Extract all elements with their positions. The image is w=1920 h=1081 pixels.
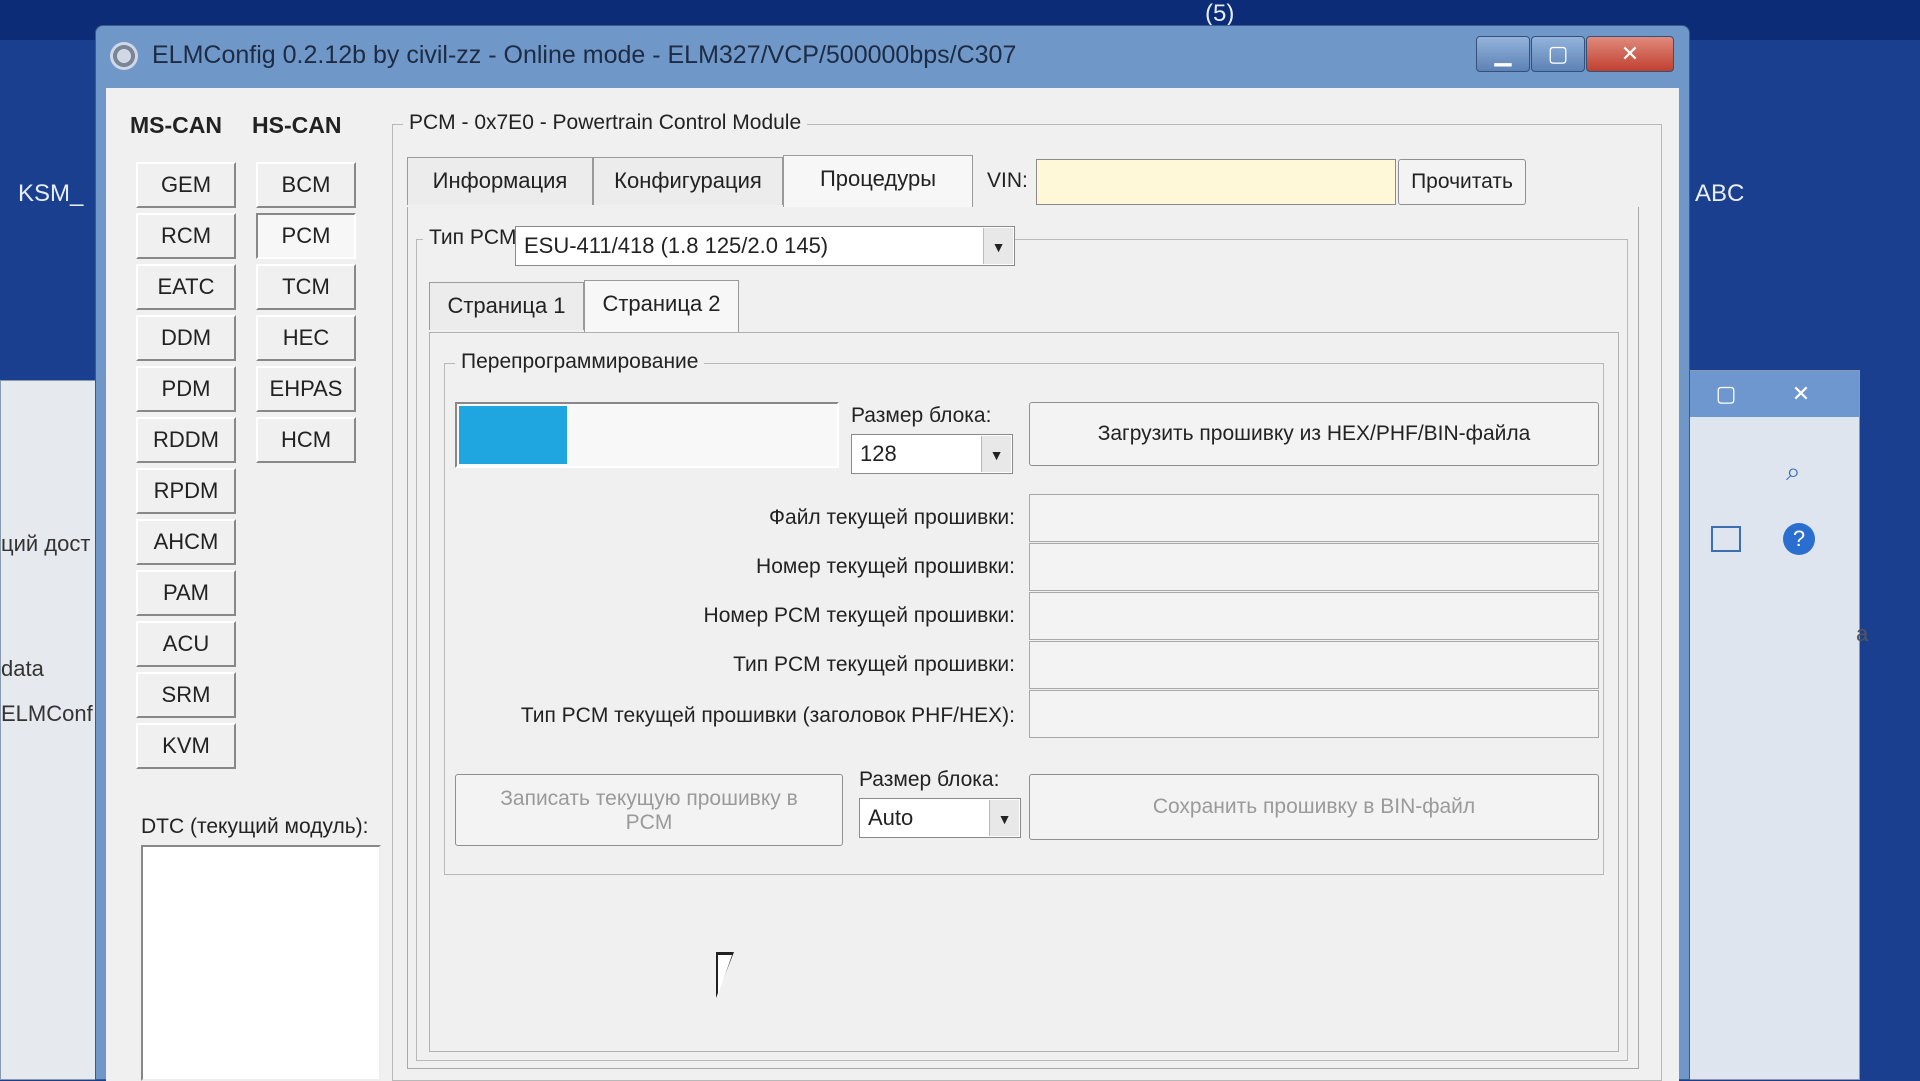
module-button-tcm[interactable]: TCM [256, 264, 356, 310]
tab-procedures[interactable]: Процедуры [783, 155, 973, 207]
module-button-pdm[interactable]: PDM [136, 366, 236, 412]
field-current-number[interactable] [1029, 543, 1599, 591]
module-button-ddm[interactable]: DDM [136, 315, 236, 361]
minimize-button[interactable]: ▁ [1476, 36, 1530, 72]
block-size2-value: Auto [868, 805, 914, 830]
module-button-rcm[interactable]: RCM [136, 213, 236, 259]
page-2-panel: Перепрограммирование Размер блока: 128 ▼… [429, 332, 1619, 1052]
module-button-bcm[interactable]: BCM [256, 162, 356, 208]
module-button-ahcm[interactable]: AHCM [136, 519, 236, 565]
write-firmware-button[interactable]: Записать текущую прошивку в PCM [455, 774, 843, 846]
tab-page-2[interactable]: Страница 2 [584, 280, 739, 332]
save-bin-button[interactable]: Сохранить прошивку в BIN-файл [1029, 774, 1599, 840]
desktop-right-label: ABC [1695, 180, 1745, 207]
progress-bar-fill [459, 406, 568, 464]
tab-config[interactable]: Конфигурация [593, 157, 783, 205]
module-button-gem[interactable]: GEM [136, 162, 236, 208]
chevron-down-icon[interactable]: ▼ [983, 228, 1013, 264]
bg-search-icon[interactable]: ⌕ [1786, 456, 1801, 488]
field-current-file[interactable] [1029, 494, 1599, 542]
bg-close-icon[interactable]: ✕ [1781, 379, 1821, 409]
bg-help-icon[interactable]: ? [1783, 523, 1815, 555]
pcm-type-label: Тип PCM: [423, 226, 529, 250]
dtc-label: DTC (текущий модуль): [141, 815, 369, 838]
title-bar[interactable]: ELMConfig 0.2.12b by civil-zz - Online m… [96, 26, 1689, 88]
module-button-rddm[interactable]: RDDM [136, 417, 236, 463]
module-button-ehpas[interactable]: EHPAS [256, 366, 356, 412]
mouse-cursor-icon [718, 955, 732, 995]
module-button-hcm[interactable]: HCM [256, 417, 356, 463]
hs-can-label: HS-CAN [252, 112, 342, 138]
pcm-type-group: Тип PCM: ESU-411/418 (1.8 125/2.0 145) ▼… [416, 226, 1628, 1061]
module-button-kvm[interactable]: KVM [136, 723, 236, 769]
pcm-type-value: ESU-411/418 (1.8 125/2.0 145) [524, 233, 829, 258]
field-pcm-type-header[interactable] [1029, 690, 1599, 738]
load-firmware-button[interactable]: Загрузить прошивку из HEX/PHF/BIN-файла [1029, 402, 1599, 466]
progress-bar [455, 402, 839, 468]
reprogramming-group: Перепрограммирование Размер блока: 128 ▼… [444, 350, 1604, 875]
bg-maximize-icon[interactable]: ▢ [1706, 379, 1746, 409]
desktop-icon-label[interactable]: KSM_ [18, 180, 83, 208]
module-button-rpdm[interactable]: RPDM [136, 468, 236, 514]
bg-text-3: ELMConf [1, 701, 93, 726]
chevron-down-icon[interactable]: ▼ [989, 800, 1019, 836]
block-size2-label: Размер блока: [859, 768, 1000, 791]
bg-text-2: data [1, 656, 44, 681]
field-label-pcm-type: Тип PCM текущей прошивки: [733, 653, 1015, 676]
procedures-panel: Тип PCM: ESU-411/418 (1.8 125/2.0 145) ▼… [407, 207, 1639, 1069]
module-group-title: PCM - 0x7E0 - Powertrain Control Module [403, 111, 808, 135]
background-window-right[interactable]: ▢ ✕ ⌕ ? a [1680, 370, 1868, 1080]
read-button[interactable]: Прочитать [1398, 159, 1526, 205]
ms-can-label: MS-CAN [130, 112, 222, 138]
field-label-current-number: Номер текущей прошивки: [756, 555, 1015, 578]
field-label-pcm-type-header: Тип PCM текущей прошивки (заголовок PHF/… [520, 704, 1015, 727]
maximize-button[interactable]: ▢ [1531, 36, 1585, 72]
bg-side-label: a [1856, 621, 1869, 646]
module-group: PCM - 0x7E0 - Powertrain Control Module … [392, 111, 1662, 1081]
block-size-select[interactable]: 128 ▼ [851, 434, 1013, 474]
client-area: MS-CAN HS-CAN GEM RCM EATC DDM PDM RDDM … [106, 88, 1679, 1081]
reprogramming-title: Перепрограммирование [455, 350, 705, 374]
field-pcm-number[interactable] [1029, 592, 1599, 640]
chevron-down-icon[interactable]: ▼ [981, 436, 1011, 472]
close-button[interactable]: ✕ [1586, 36, 1674, 72]
field-label-current-file: Файл текущей прошивки: [769, 506, 1015, 529]
module-button-pam[interactable]: PAM [136, 570, 236, 616]
block-size-value: 128 [860, 441, 897, 466]
vin-label: VIN: [987, 169, 1028, 192]
window-title: ELMConfig 0.2.12b by civil-zz - Online m… [152, 41, 1017, 69]
module-button-hec[interactable]: HEC [256, 315, 356, 361]
desktop-counter: (5) [1205, 0, 1235, 27]
block-size-label: Размер блока: [851, 404, 992, 427]
tab-info[interactable]: Информация [407, 157, 593, 205]
vin-input[interactable] [1036, 159, 1396, 205]
pcm-type-select[interactable]: ESU-411/418 (1.8 125/2.0 145) ▼ [515, 226, 1015, 266]
dtc-list[interactable] [141, 845, 381, 1081]
module-button-srm[interactable]: SRM [136, 672, 236, 718]
block-size2-select[interactable]: Auto ▼ [859, 798, 1021, 838]
tab-page-1[interactable]: Страница 1 [429, 282, 584, 330]
bg-layout-icon[interactable] [1711, 526, 1741, 552]
module-button-acu[interactable]: ACU [136, 621, 236, 667]
bg-text-1: ций дост [1, 531, 91, 556]
module-button-eatc[interactable]: EATC [136, 264, 236, 310]
background-window-left[interactable]: ций дост data ELMConf [0, 380, 100, 1080]
app-gear-icon[interactable] [110, 42, 138, 70]
field-pcm-type[interactable] [1029, 641, 1599, 689]
field-label-pcm-number: Номер PCM текущей прошивки: [703, 604, 1015, 627]
module-button-pcm[interactable]: PCM [256, 213, 356, 259]
elmconfig-window: ELMConfig 0.2.12b by civil-zz - Online m… [95, 25, 1690, 1081]
